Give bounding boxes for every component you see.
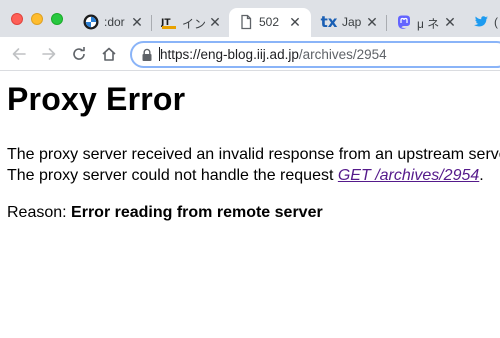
home-icon	[102, 47, 116, 61]
arrow-left-icon	[12, 48, 26, 60]
tab-title: イン	[182, 17, 207, 31]
error-request-line: The proxy server could not handle the re…	[7, 166, 484, 186]
tab-jtbc[interactable]: JT イン ✕	[152, 8, 228, 37]
forward-button[interactable]	[38, 43, 60, 65]
tab-bmw[interactable]: :dor ✕	[74, 8, 150, 37]
close-tab-icon[interactable]: ✕	[207, 14, 223, 30]
home-button[interactable]	[98, 43, 120, 65]
request-prefix: The proxy server could not handle the re…	[7, 167, 338, 184]
reason-line: Reason: Error reading from remote server	[7, 203, 323, 223]
document-icon	[238, 14, 254, 30]
tab-title: (	[494, 15, 498, 29]
reload-button[interactable]	[68, 43, 90, 65]
tab-mastodon[interactable]: μ ネ ✕	[387, 8, 463, 37]
page-title: Proxy Error	[7, 81, 186, 117]
request-suffix: .	[479, 167, 484, 184]
reason-text: Error reading from remote server	[71, 204, 323, 221]
address-bar[interactable]: https://eng-blog.iij.ad.jp/archives/2954	[130, 41, 500, 68]
close-tab-icon[interactable]: ✕	[364, 14, 380, 30]
toolbar: https://eng-blog.iij.ad.jp/archives/2954	[0, 37, 500, 71]
browser-window: :dor ✕ JT イン ✕ 502 ✕ tx Jap ✕ μ ネ ✕ (ht…	[0, 0, 500, 338]
minimize-window-button[interactable]	[31, 13, 43, 25]
close-window-button[interactable]	[11, 13, 23, 25]
tx-icon: tx	[320, 13, 338, 31]
arrow-right-icon	[42, 48, 56, 60]
lock-icon	[142, 48, 152, 61]
error-message-line: The proxy server received an invalid res…	[7, 146, 500, 163]
jtbc-icon: JT	[161, 14, 177, 30]
tab-title: 502	[259, 15, 280, 29]
request-link[interactable]: GET /archives/2954	[338, 167, 479, 184]
url-host: https://eng-blog.iij.ad.jp	[160, 47, 299, 62]
tab-title: μ ネ	[417, 17, 440, 31]
close-tab-icon[interactable]: ✕	[129, 14, 145, 30]
reload-icon	[73, 47, 85, 60]
page-content: Proxy Error The proxy server received an…	[0, 71, 500, 338]
twitter-icon	[473, 14, 489, 30]
tab-twitter[interactable]: (	[464, 8, 500, 37]
bmw-icon	[83, 14, 99, 30]
close-tab-icon[interactable]: ✕	[287, 14, 303, 30]
tab-tx[interactable]: tx Jap ✕	[312, 8, 384, 37]
fullscreen-window-button[interactable]	[51, 13, 63, 25]
close-tab-icon[interactable]: ✕	[442, 14, 458, 30]
url-text: https://eng-blog.iij.ad.jp/archives/2954	[159, 47, 387, 62]
tab-title: :dor	[104, 15, 125, 29]
tab-strip: :dor ✕ JT イン ✕ 502 ✕ tx Jap ✕ μ ネ ✕ (	[0, 0, 500, 37]
tab-active-502[interactable]: 502 ✕	[229, 8, 311, 37]
back-button[interactable]	[8, 43, 30, 65]
url-path: /archives/2954	[298, 47, 387, 62]
mastodon-icon	[396, 14, 412, 30]
reason-label: Reason:	[7, 204, 67, 221]
